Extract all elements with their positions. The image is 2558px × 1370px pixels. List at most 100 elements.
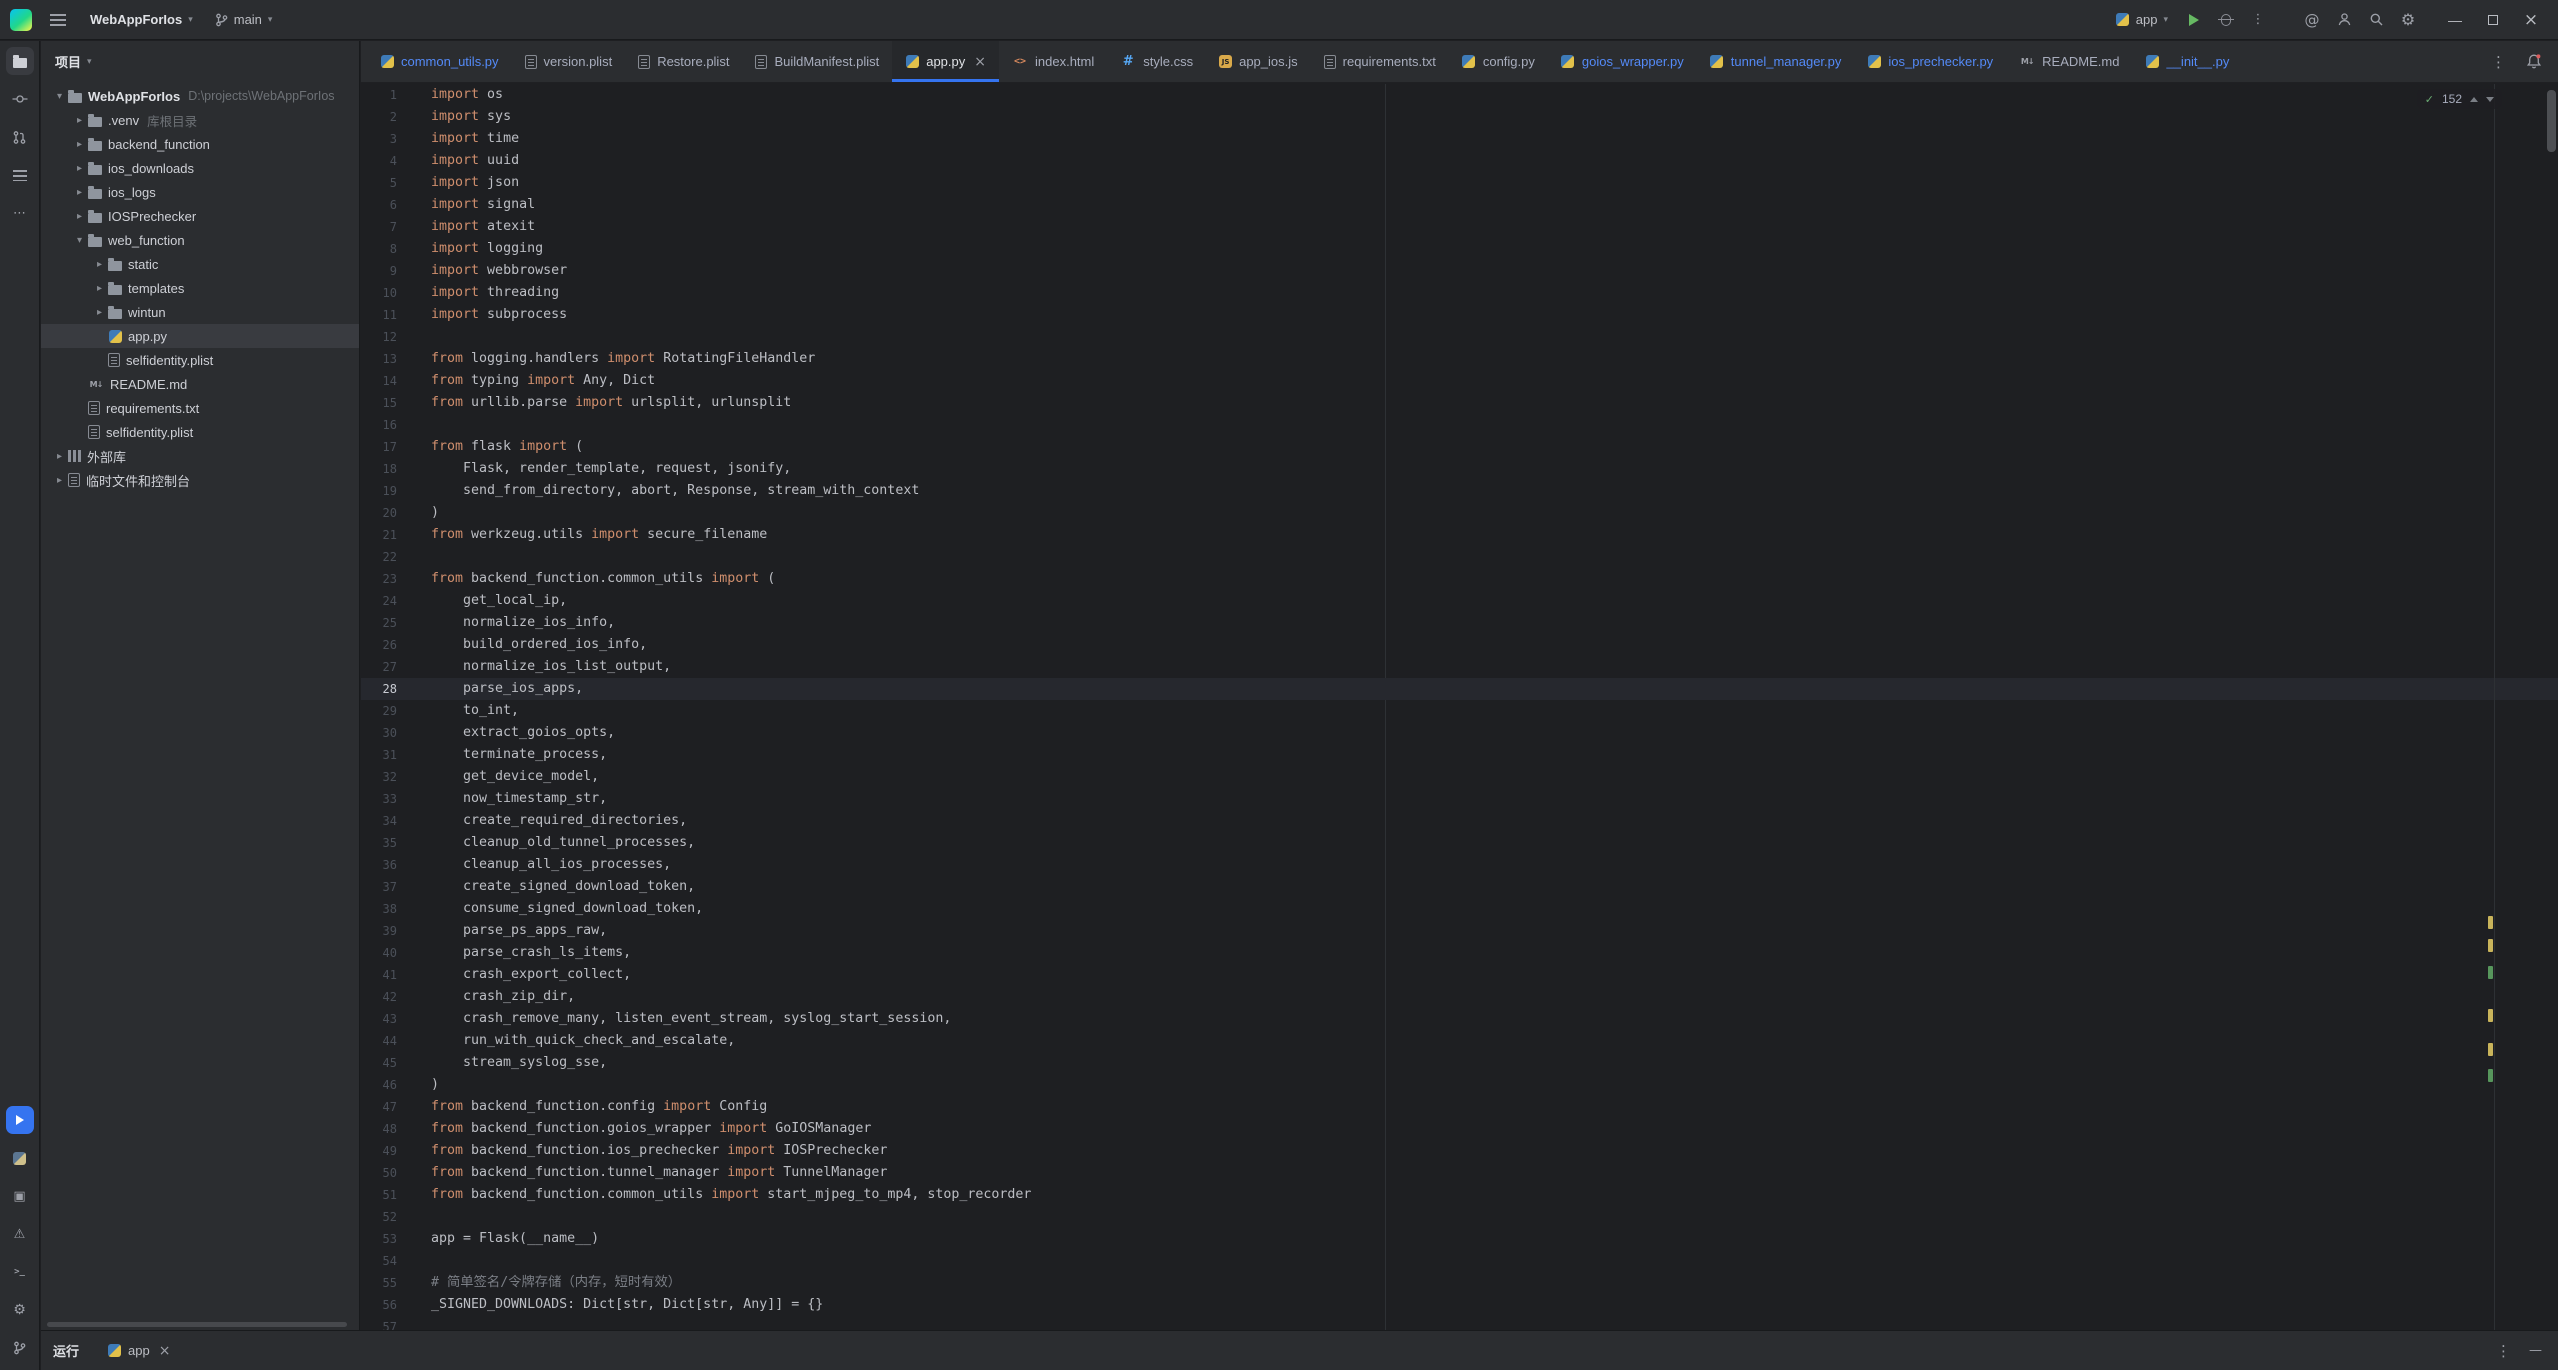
chevron-collapsed-icon[interactable]: ▸ (71, 211, 88, 222)
search-everywhere-button[interactable] (2362, 6, 2390, 34)
code-line-12[interactable]: 12 (361, 326, 2558, 348)
tool-project-button[interactable] (6, 47, 34, 75)
code-line-29[interactable]: 29 to_int, (361, 700, 2558, 722)
code-line-41[interactable]: 41 crash_export_collect, (361, 964, 2558, 986)
chevron-collapsed-icon[interactable]: ▸ (71, 139, 88, 150)
code-line-14[interactable]: 14from typing import Any, Dict (361, 370, 2558, 392)
run-tab-app[interactable]: app × (97, 1337, 180, 1365)
run-config-widget[interactable]: app ▾ (2108, 6, 2176, 34)
tab-BuildManifest.plist[interactable]: BuildManifest.plist (742, 41, 892, 82)
tab-README.md[interactable]: README.md (2006, 41, 2132, 82)
code-line-31[interactable]: 31 terminate_process, (361, 744, 2558, 766)
code-line-11[interactable]: 11import subprocess (361, 304, 2558, 326)
code-line-39[interactable]: 39 parse_ps_apps_raw, (361, 920, 2558, 942)
editor-scrollbar[interactable] (2547, 90, 2556, 152)
code-line-37[interactable]: 37 create_signed_download_token, (361, 876, 2558, 898)
chevron-collapsed-icon[interactable]: ▸ (51, 451, 68, 462)
tree-item-requirements.txt[interactable]: requirements.txt (41, 396, 359, 420)
code-line-18[interactable]: 18 Flask, render_template, request, json… (361, 458, 2558, 480)
code-line-48[interactable]: 48from backend_function.goios_wrapper im… (361, 1118, 2558, 1140)
tree-item-wintun[interactable]: ▸wintun (41, 300, 359, 324)
tool-version-control-button[interactable] (6, 1334, 34, 1362)
tool-problems-button[interactable]: ⚠ (6, 1220, 34, 1248)
code-line-2[interactable]: 2import sys (361, 106, 2558, 128)
tool-terminal-button[interactable]: >_ (6, 1258, 34, 1286)
tree-item-ios_downloads[interactable]: ▸ios_downloads (41, 156, 359, 180)
code-line-35[interactable]: 35 cleanup_old_tunnel_processes, (361, 832, 2558, 854)
code-line-21[interactable]: 21from werkzeug.utils import secure_file… (361, 524, 2558, 546)
code-line-25[interactable]: 25 normalize_ios_info, (361, 612, 2558, 634)
chevron-collapsed-icon[interactable]: ▸ (71, 163, 88, 174)
tab-Restore.plist[interactable]: Restore.plist (625, 41, 742, 82)
code-line-55[interactable]: 55# 简单签名/令牌存储（内存，短时有效） (361, 1272, 2558, 1294)
code-line-15[interactable]: 15from urllib.parse import urlsplit, url… (361, 392, 2558, 414)
code-line-5[interactable]: 5import json (361, 172, 2558, 194)
run-options-icon[interactable]: ⋮ (2496, 1342, 2511, 1360)
tree-item-selfidentity.plist[interactable]: selfidentity.plist (41, 420, 359, 444)
code-line-47[interactable]: 47from backend_function.config import Co… (361, 1096, 2558, 1118)
code-line-23[interactable]: 23from backend_function.common_utils imp… (361, 568, 2558, 590)
next-problem-icon[interactable] (2486, 97, 2494, 102)
tool-run-button[interactable] (6, 1106, 34, 1134)
hide-toolwindow-icon[interactable]: — (2529, 1343, 2542, 1358)
code-line-34[interactable]: 34 create_required_directories, (361, 810, 2558, 832)
tool-structure-button[interactable] (6, 161, 34, 189)
project-widget[interactable]: WebAppForIos ▾ (82, 6, 201, 34)
more-tool-windows-button[interactable]: ⋯ (6, 199, 34, 227)
tab-common_utils.py[interactable]: common_utils.py (367, 41, 512, 82)
chevron-collapsed-icon[interactable]: ▸ (71, 187, 88, 198)
code-line-38[interactable]: 38 consume_signed_download_token, (361, 898, 2558, 920)
close-button[interactable]: × (2514, 6, 2548, 34)
tree-item-app.py[interactable]: app.py (41, 324, 359, 348)
code-line-40[interactable]: 40 parse_crash_ls_items, (361, 942, 2558, 964)
code-line-17[interactable]: 17from flask import ( (361, 436, 2558, 458)
notifications-bell-icon[interactable] (2526, 53, 2542, 70)
code-line-32[interactable]: 32 get_device_model, (361, 766, 2558, 788)
run-button[interactable] (2180, 6, 2208, 34)
maximize-button[interactable] (2476, 6, 2510, 34)
code-line-50[interactable]: 50from backend_function.tunnel_manager i… (361, 1162, 2558, 1184)
tab-goios_wrapper.py[interactable]: goios_wrapper.py (1548, 41, 1697, 82)
chevron-collapsed-icon[interactable]: ▸ (51, 475, 68, 486)
code-line-45[interactable]: 45 stream_syslog_sse, (361, 1052, 2558, 1074)
tab-close-icon[interactable]: × (974, 54, 986, 70)
tree-item-临时文件和控制台[interactable]: ▸临时文件和控制台 (41, 468, 359, 492)
code-line-52[interactable]: 52 (361, 1206, 2558, 1228)
tree-item-web_function[interactable]: ▾web_function (41, 228, 359, 252)
code-line-46[interactable]: 46) (361, 1074, 2558, 1096)
tree-item-ios_logs[interactable]: ▸ios_logs (41, 180, 359, 204)
tree-item-WebAppForIos[interactable]: ▾WebAppForIosD:\projects\WebAppForIos (41, 84, 359, 108)
code-line-49[interactable]: 49from backend_function.ios_prechecker i… (361, 1140, 2558, 1162)
chevron-collapsed-icon[interactable]: ▸ (91, 283, 108, 294)
tree-item-selfidentity.plist[interactable]: selfidentity.plist (41, 348, 359, 372)
debug-button[interactable] (2212, 6, 2240, 34)
code-line-20[interactable]: 20) (361, 502, 2558, 524)
code-line-16[interactable]: 16 (361, 414, 2558, 436)
tree-item-IOSPrechecker[interactable]: ▸IOSPrechecker (41, 204, 359, 228)
code-line-42[interactable]: 42 crash_zip_dir, (361, 986, 2558, 1008)
code-line-28[interactable]: 28 parse_ios_apps, (361, 678, 2558, 700)
tool-python-packages-button[interactable]: ▣ (6, 1182, 34, 1210)
project-panel-hscrollbar[interactable] (47, 1322, 347, 1327)
chevron-collapsed-icon[interactable]: ▸ (91, 307, 108, 318)
tab-requirements.txt[interactable]: requirements.txt (1311, 41, 1449, 82)
code-line-57[interactable]: 57 (361, 1316, 2558, 1330)
previous-problem-icon[interactable] (2470, 97, 2478, 102)
code-line-22[interactable]: 22 (361, 546, 2558, 568)
main-menu-button[interactable] (44, 6, 72, 34)
code-line-3[interactable]: 3import time (361, 128, 2558, 150)
tab-list-kebab-icon[interactable]: ⋮ (2491, 53, 2506, 71)
tree-item-README.md[interactable]: README.md (41, 372, 359, 396)
tab-index.html[interactable]: index.html (999, 41, 1107, 82)
code-line-6[interactable]: 6import signal (361, 194, 2558, 216)
tab-tunnel_manager.py[interactable]: tunnel_manager.py (1697, 41, 1855, 82)
code-line-51[interactable]: 51from backend_function.common_utils imp… (361, 1184, 2558, 1206)
code-line-19[interactable]: 19 send_from_directory, abort, Response,… (361, 480, 2558, 502)
code-line-9[interactable]: 9import webbrowser (361, 260, 2558, 282)
tree-item-templates[interactable]: ▸templates (41, 276, 359, 300)
editor[interactable]: 1import os2import sys3import time4import… (361, 84, 2558, 1330)
inspections-widget[interactable]: ✓ 152 (2417, 89, 2502, 109)
tab-app_ios.js[interactable]: app_ios.js (1206, 41, 1311, 82)
tab-app.py[interactable]: app.py× (892, 41, 999, 82)
project-panel-header[interactable]: 项目 ▾ (41, 41, 359, 82)
